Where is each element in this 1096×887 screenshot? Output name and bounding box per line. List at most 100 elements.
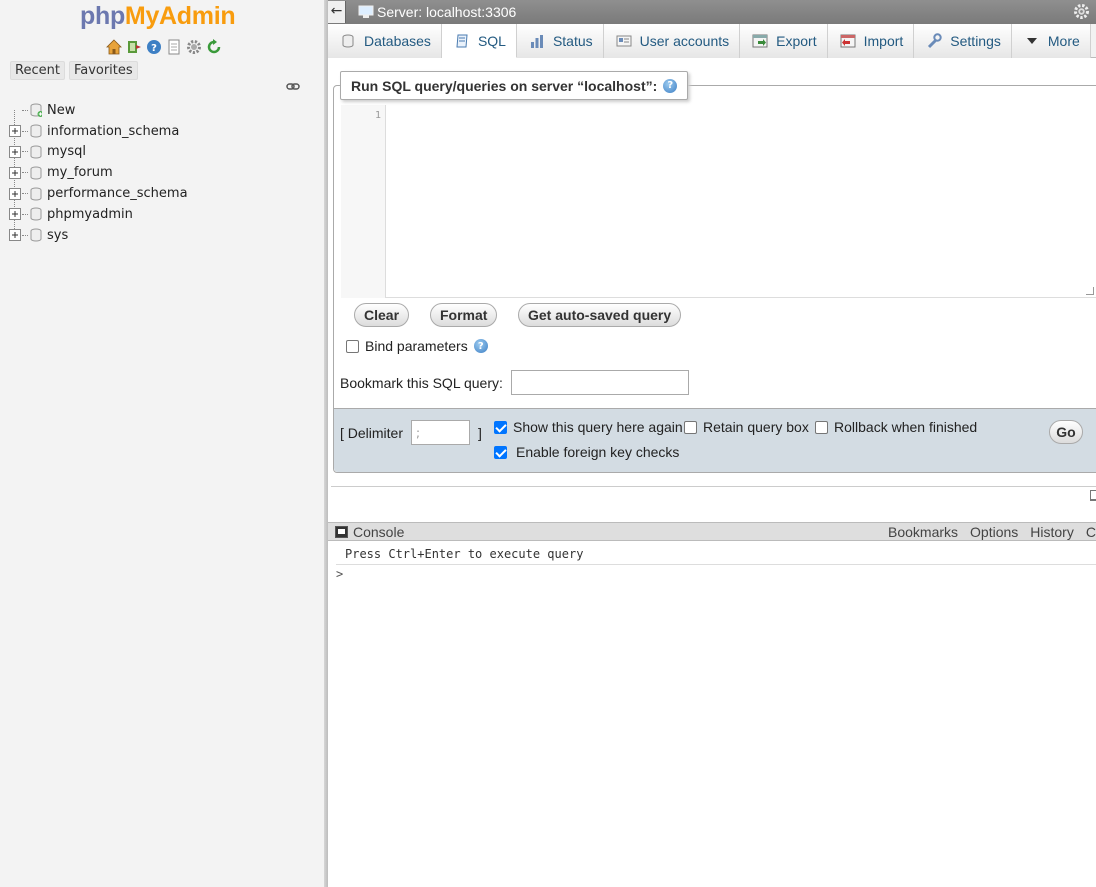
resize-grip-icon[interactable] — [1086, 287, 1094, 295]
sql-box-legend: Run SQL query/queries on server “localho… — [340, 71, 689, 100]
tree-label-new: New — [47, 102, 76, 118]
page-settings-gear-icon[interactable] — [1073, 3, 1090, 24]
foreign-key-checks-label: Enable foreign key checks — [516, 444, 680, 460]
rollback-checkbox[interactable] — [815, 420, 828, 434]
console-history-link[interactable]: History — [1030, 524, 1074, 540]
docs-icon[interactable] — [166, 39, 182, 55]
dropdown-triangle-icon — [1024, 33, 1040, 49]
reload-icon[interactable] — [206, 39, 222, 55]
bind-parameters-checkbox[interactable] — [346, 339, 359, 353]
console-title[interactable]: Console — [353, 524, 404, 540]
tree-item-database[interactable]: phpmyadmin — [8, 204, 188, 225]
database-icon — [30, 187, 42, 201]
tree-branch — [22, 151, 28, 153]
tree-item-new[interactable]: New — [8, 100, 188, 121]
rollback-label: Rollback when finished — [834, 419, 978, 435]
console-icon — [335, 525, 348, 538]
tab-databases[interactable]: Databases — [328, 24, 442, 58]
bookmark-row: Bookmark this SQL query: — [340, 370, 689, 395]
expand-plus-icon[interactable] — [8, 228, 22, 242]
tab-status[interactable]: Status — [516, 24, 604, 58]
delimiter-close-bracket: ] — [478, 424, 482, 441]
console-bookmarks-link[interactable]: Bookmarks — [888, 524, 958, 540]
sql-editor[interactable]: 1 — [341, 105, 1096, 298]
tab-databases-label: Databases — [364, 33, 431, 49]
tab-import-label: Import — [863, 33, 904, 49]
expand-plus-icon[interactable] — [8, 187, 22, 201]
console-options-link[interactable]: Options — [970, 524, 1018, 540]
tree-item-database[interactable]: information_schema — [8, 121, 188, 142]
retain-query-box-label: Retain query box — [703, 419, 809, 435]
favorites-tab[interactable]: Favorites — [68, 61, 138, 80]
tree-branch — [22, 130, 28, 132]
collapse-nav-button[interactable]: ← — [328, 1, 346, 23]
database-icon — [30, 124, 42, 138]
database-icon — [30, 228, 42, 242]
tab-export-label: Export — [776, 33, 817, 49]
tab-sql[interactable]: SQL — [441, 24, 517, 58]
tab-user-accounts[interactable]: User accounts — [603, 24, 741, 58]
home-icon[interactable] — [106, 39, 122, 55]
tree-label-database: phpmyadmin — [47, 206, 133, 222]
tree-label-database: performance_schema — [47, 186, 188, 202]
line-number: 1 — [374, 110, 381, 121]
toggle-query-box-icon[interactable] — [1090, 490, 1096, 501]
phpmyadmin-logo[interactable]: phpMyAdmin — [80, 2, 236, 31]
server-breadcrumb[interactable]: Server: localhost:3306 — [358, 4, 516, 20]
expand-plus-icon[interactable] — [8, 145, 22, 159]
divider — [331, 486, 1096, 487]
panel-resizer[interactable] — [324, 0, 328, 887]
server-tabs: Databases SQL Status User accounts Expor… — [328, 24, 1096, 58]
expand-plus-icon[interactable] — [8, 166, 22, 180]
foreign-key-checks-option: Enable foreign key checks — [494, 444, 679, 460]
line-number-gutter: 1 — [341, 105, 386, 298]
tab-sql-label: SQL — [477, 32, 506, 49]
bind-parameters-row: Bind parameters ? — [346, 338, 488, 354]
tab-more[interactable]: More — [1011, 24, 1091, 58]
tab-import[interactable]: Import — [827, 24, 915, 58]
help-icon[interactable]: ? — [146, 39, 162, 55]
recent-tab[interactable]: Recent — [10, 61, 65, 80]
go-button[interactable]: Go — [1049, 420, 1083, 444]
console-links: Bookmarks Options History Clea — [888, 524, 1096, 540]
tree-branch — [22, 109, 28, 111]
show-query-label: Show this query here again — [513, 419, 683, 435]
sql-icon — [454, 33, 470, 49]
tree-label-database: sys — [47, 227, 69, 243]
console-clear-link[interactable]: Clea — [1086, 524, 1096, 540]
tree-label-database: my_forum — [47, 165, 113, 181]
users-icon — [616, 33, 632, 49]
logout-icon[interactable] — [126, 39, 142, 55]
tab-settings[interactable]: Settings — [914, 24, 1012, 58]
console-bar[interactable]: Console Bookmarks Options History Clea — [328, 522, 1096, 541]
bookmark-input[interactable] — [510, 370, 689, 395]
expand-plus-icon[interactable] — [8, 124, 22, 138]
expand-plus-icon[interactable] — [8, 207, 22, 221]
navigation-panel: phpMyAdmin ? Recent Favorites New inform… — [0, 0, 324, 887]
export-icon — [752, 33, 768, 49]
get-auto-saved-query-button[interactable]: Get auto-saved query — [518, 303, 682, 327]
settings-icon[interactable] — [186, 39, 202, 55]
link-panels-icon[interactable] — [286, 81, 300, 96]
retain-query-box-checkbox[interactable] — [684, 420, 697, 434]
foreign-key-checks-checkbox[interactable] — [494, 445, 507, 459]
clear-button[interactable]: Clear — [354, 303, 410, 327]
tree-branch — [22, 234, 28, 236]
tree-item-database[interactable]: mysql — [8, 142, 188, 163]
show-query-checkbox[interactable] — [494, 420, 507, 434]
tree-item-database[interactable]: sys — [8, 225, 188, 246]
help-icon[interactable]: ? — [663, 78, 678, 93]
quick-icon-bar: ? — [106, 39, 222, 55]
tab-export[interactable]: Export — [740, 24, 828, 58]
format-button[interactable]: Format — [430, 303, 498, 327]
database-icon — [30, 166, 42, 180]
help-icon[interactable]: ? — [473, 339, 488, 353]
bind-parameters-label: Bind parameters — [365, 338, 468, 354]
delimiter-input[interactable] — [411, 420, 471, 445]
tree-item-database[interactable]: performance_schema — [8, 183, 188, 204]
console-prompt[interactable]: > — [336, 567, 343, 581]
svg-text:?: ? — [151, 43, 157, 54]
show-query-option: Show this query here again — [494, 419, 683, 435]
tree-item-database[interactable]: my_forum — [8, 162, 188, 183]
